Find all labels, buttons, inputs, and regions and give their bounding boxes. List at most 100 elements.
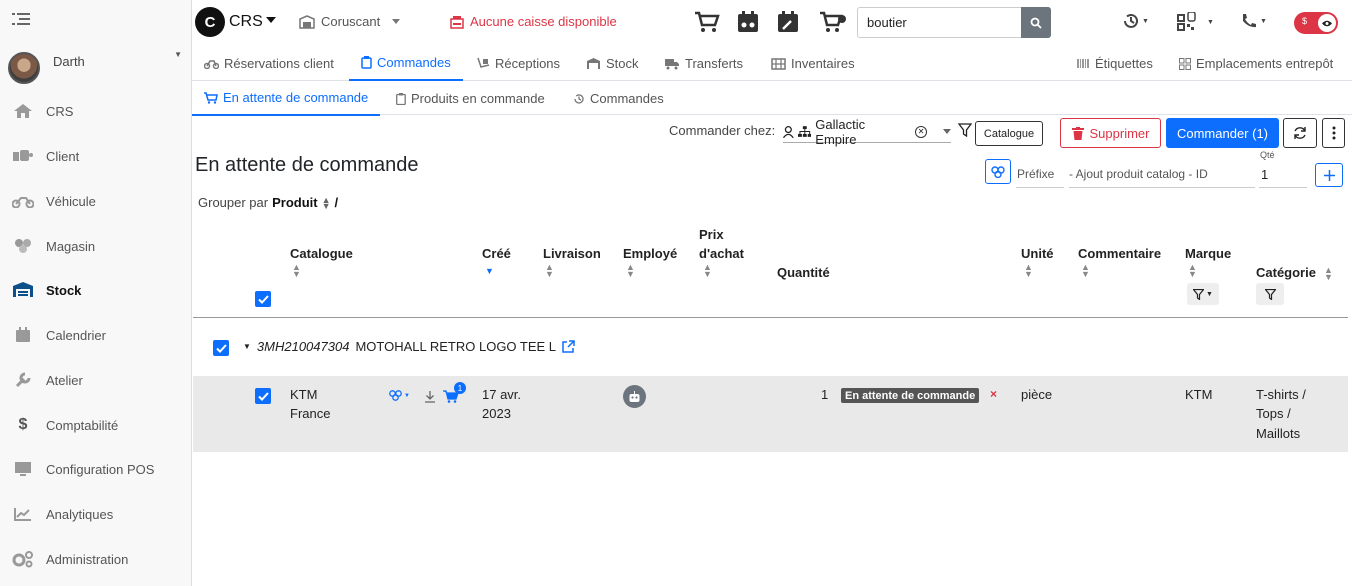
cell-quantity: 1: [821, 387, 829, 402]
tab-reservations-client[interactable]: Réservations client: [204, 46, 334, 81]
gears-icon: [0, 550, 46, 568]
tab-commandes[interactable]: Commandes: [349, 46, 463, 81]
prefix-input[interactable]: Préfixe: [1017, 167, 1054, 181]
row-checkbox[interactable]: [255, 388, 271, 404]
app-switcher[interactable]: CRS: [229, 13, 263, 31]
store-menu[interactable]: ▼: [389, 390, 410, 401]
cash-register-status[interactable]: Aucune caisse disponible: [450, 14, 617, 29]
tab-stock[interactable]: Stock: [586, 46, 639, 81]
header-catalogue[interactable]: Catalogue: [290, 246, 353, 261]
tab-etiquettes[interactable]: Étiquettes: [1077, 46, 1153, 81]
sort-icon[interactable]: ▲ ▼: [703, 263, 712, 279]
sort-icon[interactable]: ▲ ▼: [545, 263, 554, 279]
supplier-select[interactable]: Gallactic Empire ✕: [783, 117, 951, 147]
cart-icon[interactable]: [694, 11, 722, 35]
qty-input[interactable]: 1: [1261, 167, 1268, 182]
filter-icon[interactable]: [957, 123, 973, 140]
sort-icon[interactable]: ▲ ▼: [292, 263, 301, 279]
sidebar-item-client[interactable]: Client: [0, 136, 191, 176]
search-icon: [1030, 17, 1042, 29]
checkmark-icon: [257, 391, 269, 401]
chevron-down-icon: ▼: [1260, 17, 1267, 25]
tab-label: Transferts: [685, 56, 744, 71]
sort-icon[interactable]: ▲ ▼: [1324, 266, 1333, 282]
sidebar-item-label: Stock: [46, 282, 82, 298]
tab-receptions[interactable]: Réceptions: [477, 46, 560, 81]
sidebar-item-calendrier[interactable]: Calendrier: [0, 315, 191, 355]
status-badge: En attente de commande: [841, 388, 980, 403]
header-category[interactable]: Catégorie: [1256, 265, 1316, 280]
store-icon: [0, 238, 46, 254]
tab-emplacements-entrepot[interactable]: Emplacements entrepôt: [1179, 46, 1333, 81]
group-by[interactable]: Grouper par Produit ▲ ▼ /: [198, 195, 338, 210]
header-delivery[interactable]: Livraison: [543, 246, 601, 261]
qrcode-menu[interactable]: ▼: [1177, 12, 1214, 32]
calendar-wrench-icon[interactable]: [777, 11, 805, 35]
remove-status-icon[interactable]: ×: [990, 387, 997, 401]
menu-toggle-icon[interactable]: [12, 12, 32, 28]
download-icon[interactable]: [424, 390, 436, 406]
header-purchase-price-2[interactable]: d'achat: [699, 246, 744, 261]
sort-icon[interactable]: ▲ ▼: [1081, 263, 1090, 279]
history-menu[interactable]: ▼: [1122, 12, 1149, 30]
chevron-down-icon: ▼: [1207, 18, 1214, 26]
sidebar-item-stock[interactable]: Stock: [0, 270, 191, 310]
add-product-button[interactable]: [1315, 163, 1343, 187]
sidebar-item-magasin[interactable]: Magasin: [0, 226, 191, 266]
search-button[interactable]: [1021, 7, 1051, 38]
refresh-button[interactable]: [1283, 118, 1317, 148]
app-switcher-caret-icon[interactable]: [266, 17, 276, 23]
collapse-caret-icon[interactable]: ▼: [243, 342, 251, 351]
sidebar-item-vehicule[interactable]: Véhicule: [0, 181, 191, 221]
sidebar-item-comptabilite[interactable]: $ Comptabilité: [0, 405, 191, 445]
chevron-down-icon: [943, 129, 951, 134]
sidebar-item-analytiques[interactable]: Analytiques: [0, 494, 191, 534]
order-button[interactable]: Commander (1): [1166, 118, 1279, 148]
external-link-icon[interactable]: [562, 340, 575, 353]
search-box: [857, 7, 1051, 38]
sidebar-item-crs[interactable]: CRS: [0, 91, 191, 131]
calendar-motorcycle-icon[interactable]: [737, 11, 765, 35]
sort-icon[interactable]: ▲ ▼: [626, 263, 635, 279]
sidebar-item-configuration-pos[interactable]: Configuration POS: [0, 449, 191, 489]
add-product-input[interactable]: - Ajout produit catalog - ID: [1069, 167, 1208, 181]
supplier-name: Gallactic Empire: [815, 116, 866, 147]
tab-transferts[interactable]: Transferts: [665, 46, 743, 81]
sidebar-item-atelier[interactable]: Atelier: [0, 360, 191, 400]
sidebar-item-label: Administration: [46, 551, 129, 567]
cell-brand: KTM: [1185, 387, 1213, 402]
tab-commandes-history[interactable]: Commandes: [573, 81, 664, 116]
header-brand[interactable]: Marque: [1185, 246, 1231, 261]
tab-label: Stock: [606, 56, 639, 71]
store-selector[interactable]: Coruscant: [299, 14, 401, 29]
user-menu[interactable]: Darth ▼: [8, 50, 184, 90]
delete-button[interactable]: Supprimer: [1060, 118, 1161, 148]
tab-inventaires[interactable]: Inventaires: [771, 46, 855, 81]
sidebar-item-administration[interactable]: Administration: [0, 539, 191, 579]
more-options-button[interactable]: [1322, 118, 1345, 148]
sort-icon[interactable]: ▲ ▼: [1188, 263, 1197, 279]
cart-motorcycle-icon[interactable]: [819, 11, 847, 35]
prefix-icon-button[interactable]: [985, 159, 1011, 184]
tab-produits-en-commande[interactable]: Produits en commande: [396, 81, 545, 116]
header-created[interactable]: Créé: [482, 246, 511, 261]
table-row[interactable]: [193, 376, 1348, 452]
phone-menu[interactable]: ▼: [1240, 12, 1267, 30]
sort-desc-icon[interactable]: ▼: [485, 267, 494, 276]
brand-filter-button[interactable]: ▼: [1187, 283, 1219, 305]
select-all-checkbox[interactable]: [255, 291, 271, 307]
group-checkbox[interactable]: [213, 340, 229, 356]
search-input[interactable]: [858, 8, 1022, 37]
clear-supplier-icon[interactable]: ✕: [915, 125, 927, 138]
history-icon: [1124, 13, 1138, 28]
sort-icon[interactable]: ▲ ▼: [1024, 263, 1033, 279]
price-visibility-toggle[interactable]: $: [1294, 12, 1338, 34]
catalogue-button[interactable]: Catalogue: [975, 121, 1043, 146]
header-unit[interactable]: Unité: [1021, 246, 1054, 261]
tab-en-attente-de-commande[interactable]: En attente de commande: [192, 81, 381, 116]
header-purchase-price-1[interactable]: Prix: [699, 227, 724, 242]
header-comment[interactable]: Commentaire: [1078, 246, 1161, 261]
notification-badge: 1: [454, 382, 466, 394]
category-filter-button[interactable]: [1256, 283, 1284, 305]
header-employee[interactable]: Employé: [623, 246, 677, 261]
